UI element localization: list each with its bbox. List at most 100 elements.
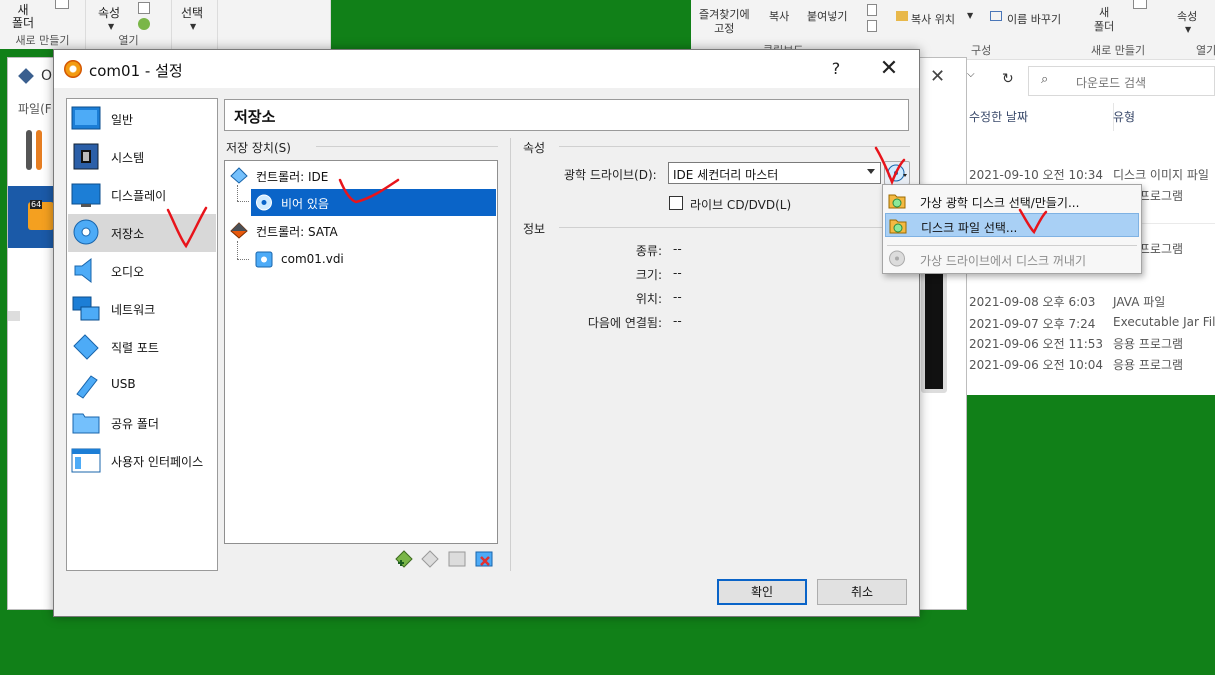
scrollbar[interactable] <box>8 311 20 321</box>
close-icon[interactable]: ✕ <box>930 66 945 87</box>
sidebar-item-audio[interactable]: 오디오 <box>68 252 216 290</box>
vm-list-selection[interactable]: 64 <box>8 186 56 248</box>
remove-attachment-icon[interactable] <box>474 549 494 569</box>
group-new-caption: 새로 만들기 <box>15 34 70 47</box>
properties-label[interactable]: 속성 <box>1177 8 1197 24</box>
remove-controller-icon[interactable] <box>420 549 440 569</box>
copy-path-icon[interactable] <box>867 20 877 32</box>
info-type-key: 종류: <box>635 244 662 258</box>
menu-item-label: 디스크 파일 선택... <box>921 221 1018 235</box>
os-64bit-badge: 64 <box>30 200 43 209</box>
add-controller-icon[interactable] <box>394 549 414 569</box>
ok-button[interactable]: 확인 <box>717 579 807 605</box>
sidebar-item-label: 오디오 <box>111 265 145 279</box>
sidebar-item-network[interactable]: 네트워크 <box>68 290 216 328</box>
splitter[interactable] <box>510 138 511 571</box>
search-input[interactable]: ⌕ 다운로드 검색 <box>1028 66 1215 96</box>
copy-to-icon[interactable] <box>896 11 908 21</box>
add-attachment-icon[interactable] <box>447 549 467 569</box>
close-button[interactable]: ✕ <box>869 54 909 84</box>
search-icon: ⌕ <box>1041 72 1049 87</box>
sidebar-item-general[interactable]: 일반 <box>68 100 216 138</box>
dialog-titlebar: com01 - 설정 ? ✕ <box>54 50 919 88</box>
history-icon[interactable] <box>138 18 150 30</box>
optical-drive-label: 광학 드라이브(D): <box>564 168 657 182</box>
live-cd-label[interactable]: 라이브 CD/DVD(L) <box>690 196 791 213</box>
group-select: 선택 ▼ <box>172 0 218 49</box>
new-folder-label[interactable]: 새 폴더 <box>12 4 34 30</box>
copy-to-label[interactable]: 복사 위치 <box>911 11 955 27</box>
disk-popup-menu: 가상 광학 디스크 선택/만들기... 디스크 파일 선택... 가상 드라이브… <box>882 184 1142 274</box>
tree-item-empty-drive[interactable]: 비어 있음 <box>251 189 496 216</box>
divider <box>559 146 910 147</box>
info-attached-key: 다음에 연결됨: <box>587 316 662 330</box>
choose-disk-button[interactable] <box>884 161 910 185</box>
info-size-value: -- <box>673 266 682 280</box>
info-label: 정보 <box>523 222 546 236</box>
usb-icon <box>71 370 101 399</box>
edit-icon[interactable] <box>138 2 150 14</box>
folder-disc-icon <box>889 217 907 234</box>
new-item-icon[interactable] <box>1133 0 1147 9</box>
refresh-icon[interactable]: ↻ <box>1002 71 1014 87</box>
hard-disk-icon <box>255 251 273 268</box>
chevron-down-icon[interactable]: ⌵ <box>967 69 975 80</box>
table-row[interactable]: 2021-09-10 오전 10:34 디스크 이미지 파일 <box>969 166 1215 184</box>
tree-item-disk[interactable]: com01.vdi <box>251 246 496 273</box>
sidebar-item-user-interface[interactable]: 사용자 인터페이스 <box>68 442 216 480</box>
section-header: 저장소 <box>224 99 909 131</box>
paste-shortcut-icon[interactable] <box>867 4 877 16</box>
sidebar-item-storage[interactable]: 저장소 <box>68 214 216 252</box>
group-organize-caption: 구성 <box>971 44 992 57</box>
tools-icon[interactable] <box>26 130 32 170</box>
live-cd-checkbox[interactable] <box>669 196 683 210</box>
menu-file-fragment[interactable]: 파일(F <box>18 100 52 117</box>
sidebar-item-shared-folders[interactable]: 공유 폴더 <box>68 404 216 442</box>
chevron-down-icon[interactable]: ▼ <box>1185 25 1191 34</box>
sidebar-item-label: 저장소 <box>111 227 145 241</box>
tree-item-label: com01.vdi <box>281 252 344 266</box>
storage-tree[interactable]: 컨트롤러: IDE 비어 있음 컨트롤러: SATA com01.vdi <box>224 160 498 544</box>
tree-item-label: 컨트롤러: SATA <box>256 225 338 239</box>
help-button[interactable]: ? <box>824 56 848 82</box>
chevron-down-icon[interactable]: ▼ <box>190 22 196 31</box>
rename-icon[interactable] <box>990 11 1002 21</box>
vm-preview <box>921 255 947 393</box>
cancel-button[interactable]: 취소 <box>817 579 907 605</box>
column-header-date[interactable]: 수정한 날짜 <box>969 108 1028 125</box>
properties-label[interactable]: 속성 <box>98 4 120 21</box>
tree-item-controller-ide[interactable]: 컨트롤러: IDE <box>226 162 496 189</box>
sidebar-item-label: 네트워크 <box>111 303 156 317</box>
system-icon <box>71 142 101 171</box>
divider <box>559 227 910 228</box>
info-size-key: 크기: <box>635 268 662 282</box>
group-new-caption: 새로 만들기 <box>1091 44 1146 57</box>
paste-label[interactable]: 붙여넣기 <box>807 8 847 24</box>
optical-drive-select[interactable]: IDE 세컨더리 마스터 <box>668 162 881 184</box>
table-row[interactable]: 2021-09-06 오전 11:53 응용 프로그램 <box>969 335 1215 353</box>
tools-icon[interactable] <box>36 130 42 170</box>
table-row[interactable]: 2021-09-07 오후 7:24 Executable Jar File <box>969 315 1215 333</box>
select-label[interactable]: 선택 <box>181 4 203 21</box>
file-date: 2021-09-08 오후 6:03 <box>969 295 1096 309</box>
menu-item-create-virtual-optical-disk[interactable]: 가상 광학 디스크 선택/만들기... <box>885 189 1139 213</box>
table-row[interactable]: 2021-09-08 오후 6:03 JAVA 파일 <box>969 293 1215 311</box>
sidebar-item-display[interactable]: 디스플레이 <box>68 176 216 214</box>
sidebar-item-usb[interactable]: USB <box>68 366 216 404</box>
rename-label[interactable]: 이름 바꾸기 <box>1007 11 1061 27</box>
tree-connector <box>237 259 249 260</box>
new-folder-label[interactable]: 새 폴더 <box>1094 6 1114 34</box>
column-header-type[interactable]: 유형 <box>1113 108 1135 125</box>
chevron-down-icon[interactable]: ▼ <box>108 22 114 31</box>
sidebar-item-system[interactable]: 시스템 <box>68 138 216 176</box>
table-row[interactable]: 2021-09-06 오전 10:04 응용 프로그램 <box>969 356 1215 374</box>
copy-label[interactable]: 복사 <box>769 8 789 24</box>
menu-item-eject-disk[interactable]: 가상 드라이브에서 디스크 꺼내기 <box>885 247 1139 271</box>
chevron-down-icon[interactable]: ▼ <box>967 11 973 20</box>
info-location-key: 위치: <box>635 292 662 306</box>
sidebar-item-serial-port[interactable]: 직렬 포트 <box>68 328 216 366</box>
menu-item-choose-disk-file[interactable]: 디스크 파일 선택... <box>885 213 1139 237</box>
pin-to-quick-access-label[interactable]: 즐겨찾기에 고정 <box>699 8 750 36</box>
tree-item-controller-sata[interactable]: 컨트롤러: SATA <box>226 217 496 244</box>
group-open-caption: 열기 <box>1196 44 1215 57</box>
